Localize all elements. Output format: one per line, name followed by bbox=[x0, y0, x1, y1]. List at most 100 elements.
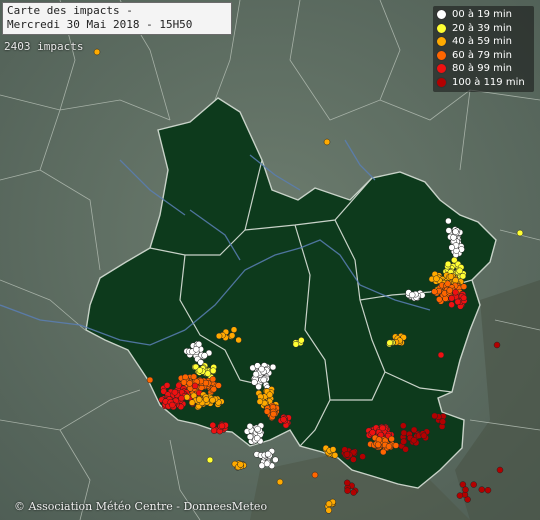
impact-dot bbox=[246, 423, 254, 430]
impact-dot bbox=[331, 452, 339, 459]
impact-dot bbox=[350, 489, 357, 496]
impact-dot bbox=[374, 441, 382, 449]
impact-dot bbox=[343, 451, 351, 458]
impact-dot bbox=[175, 382, 182, 389]
legend-swatch bbox=[436, 36, 447, 48]
impact-dot bbox=[276, 478, 284, 486]
impact-dot bbox=[210, 385, 217, 393]
impact-dot bbox=[329, 446, 337, 453]
impact-dot bbox=[344, 487, 351, 494]
impact-dot bbox=[478, 486, 486, 493]
impact-dot bbox=[343, 479, 351, 487]
impact-dot bbox=[452, 277, 459, 284]
impact-dot bbox=[436, 296, 443, 303]
legend-label: 100 à 119 min bbox=[452, 76, 525, 88]
impact-dot bbox=[442, 295, 449, 302]
impact-dot bbox=[230, 326, 238, 333]
impact-dot bbox=[392, 442, 400, 449]
impact-dot bbox=[496, 466, 504, 474]
impact-dot bbox=[410, 436, 418, 444]
impact-dot bbox=[452, 288, 459, 296]
impact-dot bbox=[439, 418, 446, 425]
legend-item: 00 à 19 min bbox=[436, 8, 531, 22]
impact-dot bbox=[266, 391, 274, 398]
impact-dot bbox=[209, 396, 216, 404]
impact-dot bbox=[462, 486, 469, 493]
impact-dot bbox=[171, 389, 179, 396]
impact-dot bbox=[255, 383, 262, 391]
impact-dot bbox=[218, 422, 226, 430]
legend-swatch bbox=[436, 76, 447, 88]
impact-dot bbox=[444, 260, 452, 268]
map-title: Carte des impacts - bbox=[7, 4, 133, 17]
impact-dot bbox=[484, 486, 492, 494]
impact-dot bbox=[264, 450, 272, 458]
lightning-impact-map: Carte des impacts - Mercredi 30 Mai 2018… bbox=[0, 0, 540, 520]
impact-dot bbox=[269, 363, 277, 371]
impact-dot bbox=[270, 410, 277, 418]
legend-item: 60 à 79 min bbox=[436, 49, 531, 63]
impact-dot bbox=[146, 376, 154, 384]
legend-label: 00 à 19 min bbox=[452, 9, 512, 21]
impact-dot bbox=[445, 217, 452, 225]
legend-label: 60 à 79 min bbox=[452, 49, 512, 61]
copyright-notice: © Association Météo Centre - DonneesMete… bbox=[14, 500, 268, 513]
impact-dot bbox=[448, 244, 455, 251]
impact-dot bbox=[178, 394, 185, 402]
impact-dot bbox=[209, 421, 217, 429]
impact-dot bbox=[359, 453, 366, 460]
impact-dot bbox=[459, 272, 467, 280]
impact-dot bbox=[445, 227, 453, 234]
impact-dot bbox=[192, 346, 200, 353]
legend-label: 80 à 99 min bbox=[452, 63, 512, 75]
impact-dot bbox=[180, 379, 188, 386]
impact-dot bbox=[188, 399, 196, 406]
impact-dot bbox=[210, 427, 218, 434]
impact-dot bbox=[325, 507, 332, 514]
impact-dot bbox=[191, 382, 199, 390]
impact-dot bbox=[256, 398, 264, 405]
impact-dot bbox=[252, 370, 260, 378]
impact-dot bbox=[209, 367, 217, 374]
impact-dot bbox=[201, 352, 208, 359]
impact-dot bbox=[458, 246, 465, 253]
impact-dot bbox=[460, 294, 468, 302]
impact-dot bbox=[246, 433, 254, 441]
impact-dot bbox=[446, 287, 454, 294]
impact-dot bbox=[202, 396, 210, 403]
impact-dot bbox=[183, 393, 191, 401]
impact-dot bbox=[448, 294, 455, 302]
impact-dot bbox=[379, 424, 386, 432]
impact-dot bbox=[325, 500, 333, 508]
legend-swatch bbox=[436, 22, 447, 34]
legend-label: 20 à 39 min bbox=[452, 22, 512, 34]
impact-dot bbox=[400, 438, 407, 445]
impact-dot bbox=[451, 256, 458, 264]
legend-swatch bbox=[436, 9, 447, 21]
impact-dot bbox=[186, 380, 193, 387]
impact-dot bbox=[402, 446, 409, 453]
impact-dot bbox=[235, 336, 242, 344]
impact-dot bbox=[195, 396, 203, 403]
impact-dot bbox=[410, 426, 418, 434]
impact-dot bbox=[400, 422, 407, 429]
impact-dot bbox=[169, 401, 176, 409]
impact-dot bbox=[433, 275, 440, 282]
legend-item: 80 à 99 min bbox=[436, 62, 531, 76]
impact-dot bbox=[215, 332, 223, 340]
impact-dot bbox=[470, 481, 477, 488]
impact-dot bbox=[182, 373, 189, 381]
impact-dot bbox=[258, 365, 265, 373]
impact-dot bbox=[493, 341, 501, 349]
impact-dot bbox=[448, 301, 455, 308]
legend-item: 40 à 59 min bbox=[436, 35, 531, 49]
impact-dot bbox=[206, 456, 214, 464]
impact-dot bbox=[253, 434, 261, 442]
impact-dot bbox=[323, 138, 331, 146]
impact-dot bbox=[228, 332, 236, 339]
impact-dot bbox=[263, 408, 271, 415]
impact-dot bbox=[431, 288, 438, 295]
impact-dot bbox=[386, 339, 393, 347]
legend: 00 à 19 min 20 à 39 min 40 à 59 min 60 à… bbox=[433, 6, 534, 92]
impact-dot bbox=[452, 228, 459, 235]
